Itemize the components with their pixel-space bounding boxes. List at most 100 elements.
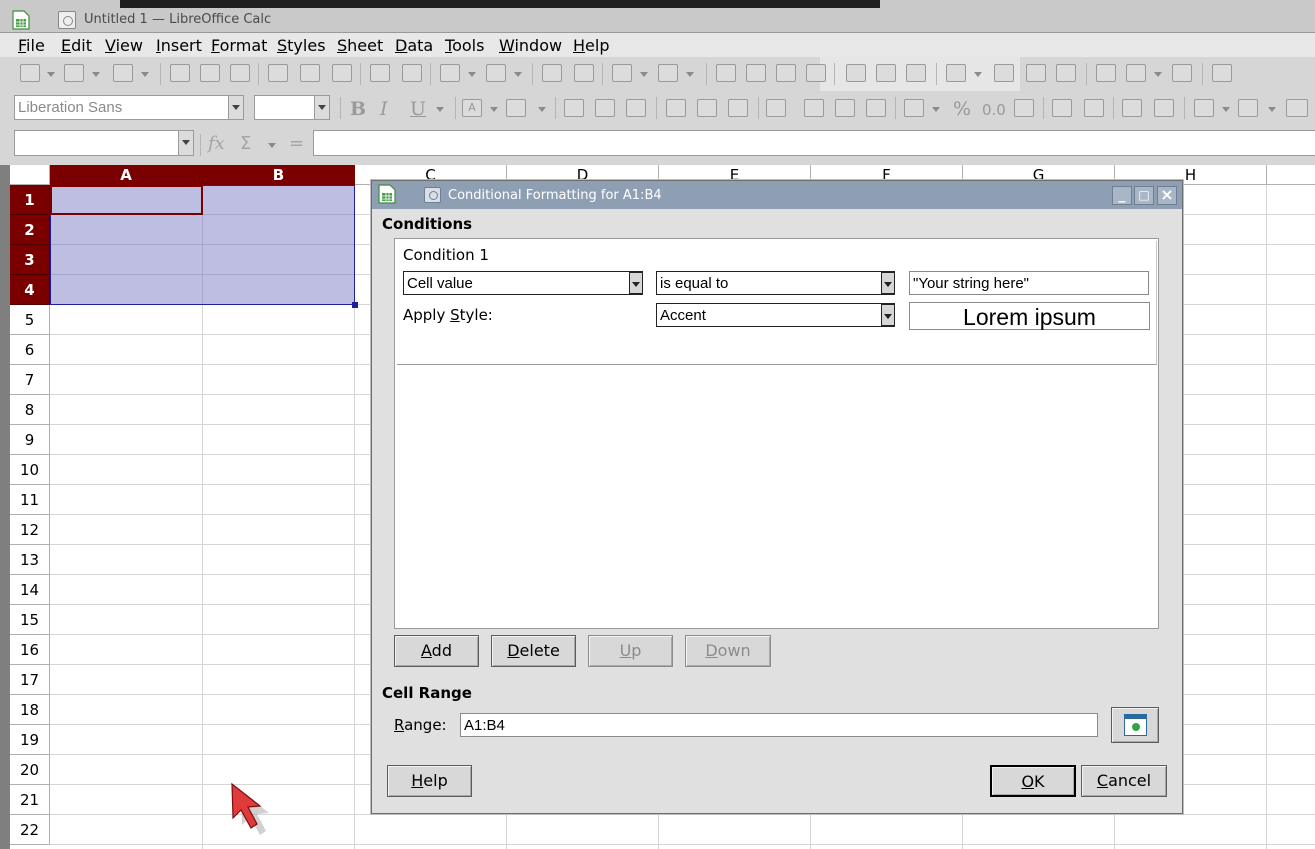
row-header-2[interactable]: 2 (10, 215, 50, 245)
export-pdf-icon[interactable] (170, 64, 190, 82)
format-as-percent-icon[interactable]: % (953, 98, 971, 120)
underline-icon[interactable]: U (410, 98, 426, 120)
formula-icon[interactable]: = (289, 133, 304, 154)
chevron-down-icon[interactable] (881, 272, 895, 294)
sort-descending-icon[interactable] (776, 64, 796, 82)
active-cell-a1[interactable] (50, 185, 203, 215)
chevron-down-icon[interactable] (881, 304, 895, 326)
sum-dropdown-icon[interactable] (268, 143, 276, 148)
name-box-dropdown-icon[interactable] (178, 131, 193, 155)
image-icon[interactable] (846, 64, 866, 82)
row-header-13[interactable]: 13 (10, 545, 50, 575)
format-as-date-icon[interactable] (1014, 99, 1034, 117)
border-style-dropdown-icon[interactable] (1268, 107, 1276, 112)
redo-dropdown-icon[interactable] (514, 72, 522, 77)
font-size-combo[interactable] (254, 95, 330, 120)
pivot-table-icon[interactable] (906, 64, 926, 82)
open-folder-icon[interactable] (64, 64, 84, 82)
condition-entry[interactable]: Condition 1 Cell value is equal to "Your… (397, 241, 1157, 365)
row-header-14[interactable]: 14 (10, 575, 50, 605)
cancel-button[interactable]: Cancel (1081, 765, 1167, 797)
row-icon[interactable] (612, 64, 632, 82)
menu-window[interactable]: Window (499, 36, 562, 55)
sort-icon[interactable] (716, 64, 736, 82)
font-name-dropdown-icon[interactable] (228, 96, 243, 119)
menu-styles[interactable]: Styles (277, 36, 326, 55)
row-header-15[interactable]: 15 (10, 605, 50, 635)
row-header-12[interactable]: 12 (10, 515, 50, 545)
row-header-11[interactable]: 11 (10, 485, 50, 515)
row-header-9[interactable]: 9 (10, 425, 50, 455)
row-header-6[interactable]: 6 (10, 335, 50, 365)
open-dropdown-icon[interactable] (92, 72, 100, 77)
border-style-icon[interactable] (1238, 99, 1258, 117)
show-draw-functions-icon[interactable] (1212, 64, 1232, 82)
borders-icon[interactable] (1194, 99, 1214, 117)
condition-operator-dropdown[interactable]: is equal to (656, 271, 895, 295)
format-as-number-icon[interactable]: 0.0 (982, 101, 1006, 119)
freeze-dropdown-icon[interactable] (1154, 72, 1162, 77)
menu-sheet[interactable]: Sheet (337, 36, 383, 55)
font-name-combo[interactable]: Liberation Sans (14, 95, 244, 120)
special-character-dropdown-icon[interactable] (974, 72, 982, 77)
column-header-a[interactable]: A (50, 165, 203, 185)
dialog-menu-icon[interactable] (424, 187, 441, 203)
freeze-rows-columns-icon[interactable] (1126, 64, 1146, 82)
delete-decimal-place-icon[interactable] (1084, 99, 1104, 117)
row-header-4[interactable]: 4 (10, 275, 50, 305)
spelling-icon[interactable] (574, 64, 594, 82)
decrease-indent-icon[interactable] (1154, 99, 1174, 117)
sum-icon[interactable]: Σ (240, 133, 251, 154)
close-button[interactable]: × (1157, 186, 1177, 205)
shrink-dialog-button[interactable] (1111, 707, 1159, 743)
chart-icon[interactable] (876, 64, 896, 82)
add-button[interactable]: Add (394, 635, 479, 667)
menu-format[interactable]: Format (211, 36, 267, 55)
menu-data[interactable]: Data (395, 36, 433, 55)
sort-ascending-icon[interactable] (746, 64, 766, 82)
menu-tools[interactable]: Tools (445, 36, 484, 55)
row-header-1[interactable]: 1 (10, 185, 50, 215)
column-dropdown-icon[interactable] (686, 72, 694, 77)
range-input[interactable]: A1:B4 (460, 713, 1098, 737)
align-left-icon[interactable] (564, 99, 584, 117)
row-header-21[interactable]: 21 (10, 785, 50, 815)
row-dropdown-icon[interactable] (640, 72, 648, 77)
align-bottom-icon[interactable] (728, 99, 748, 117)
apply-style-dropdown[interactable]: Accent (656, 303, 895, 327)
column-icon[interactable] (658, 64, 678, 82)
print-icon[interactable] (200, 64, 220, 82)
underline-dropdown-icon[interactable] (436, 107, 444, 112)
row-header-10[interactable]: 10 (10, 455, 50, 485)
row-header-20[interactable]: 20 (10, 755, 50, 785)
row-header-5[interactable]: 5 (10, 305, 50, 335)
center-vertically-icon[interactable] (697, 99, 717, 117)
undo-icon[interactable] (440, 64, 460, 82)
font-color-icon[interactable]: A (462, 99, 482, 117)
help-button[interactable]: Help (387, 765, 472, 797)
format-as-currency-icon[interactable] (904, 99, 924, 117)
paste-icon[interactable] (332, 64, 352, 82)
save-dropdown-icon[interactable] (141, 72, 149, 77)
merge-cells-icon[interactable] (835, 99, 855, 117)
new-dropdown-icon[interactable] (47, 72, 55, 77)
align-top-icon[interactable] (666, 99, 686, 117)
new-document-icon[interactable] (20, 64, 40, 82)
maximize-button[interactable]: □ (1134, 186, 1154, 205)
row-header-7[interactable]: 7 (10, 365, 50, 395)
bold-icon[interactable]: B (350, 98, 366, 120)
name-box[interactable] (14, 130, 194, 156)
split-window-icon[interactable] (1172, 64, 1192, 82)
row-header-3[interactable]: 3 (10, 245, 50, 275)
comment-icon[interactable] (1026, 64, 1046, 82)
row-header-18[interactable]: 18 (10, 695, 50, 725)
align-center-icon[interactable] (595, 99, 615, 117)
cut-icon[interactable] (268, 64, 288, 82)
add-decimal-place-icon[interactable] (1052, 99, 1072, 117)
autofilter-icon[interactable] (806, 64, 826, 82)
border-color-icon[interactable] (1286, 99, 1308, 117)
copy-icon[interactable] (300, 64, 320, 82)
dialog-titlebar[interactable]: Conditional Formatting for A1:B4 _ □ × (372, 181, 1182, 209)
clear-formatting-icon[interactable] (402, 64, 422, 82)
ok-button[interactable]: OK (990, 765, 1076, 797)
